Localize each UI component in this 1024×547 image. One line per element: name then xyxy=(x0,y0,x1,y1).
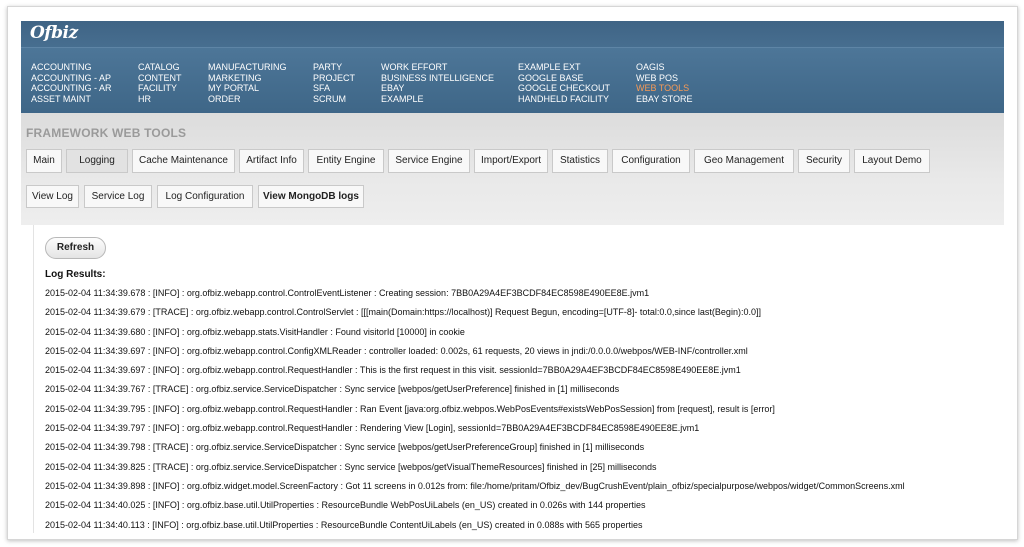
subtab-view-log[interactable]: View Log xyxy=(26,185,79,208)
log-line: 2015-02-04 11:34:39.767 : [TRACE] : org.… xyxy=(45,384,620,395)
menu-column-4: PARTY PROJECT SFA SCRUM xyxy=(313,62,355,104)
tab-cache-maintenance[interactable]: Cache Maintenance xyxy=(132,149,235,173)
tab-artifact-info[interactable]: Artifact Info xyxy=(239,149,304,173)
menu-item-scrum[interactable]: SCRUM xyxy=(313,94,355,105)
menu-item-web-pos[interactable]: WEB POS xyxy=(636,73,693,84)
log-line: 2015-02-04 11:34:39.898 : [INFO] : org.o… xyxy=(45,480,905,491)
tab-logging[interactable]: Logging xyxy=(66,149,128,173)
log-line: 2015-02-04 11:34:39.798 : [TRACE] : org.… xyxy=(45,442,645,453)
log-line: 2015-02-04 11:34:39.697 : [INFO] : org.o… xyxy=(45,345,748,356)
log-line: 2015-02-04 11:34:39.795 : [INFO] : org.o… xyxy=(45,403,775,414)
menu-column-3: MANUFACTURING MARKETING MY PORTAL ORDER xyxy=(208,62,287,104)
menu-item-party[interactable]: PARTY xyxy=(313,62,355,73)
tab-security[interactable]: Security xyxy=(798,149,850,173)
menu-item-marketing[interactable]: MARKETING xyxy=(208,73,287,84)
log-line: 2015-02-04 11:34:39.679 : [TRACE] : org.… xyxy=(45,307,761,318)
menu-item-example[interactable]: EXAMPLE xyxy=(381,94,494,105)
tab-layout-demo[interactable]: Layout Demo xyxy=(854,149,930,173)
log-line: 2015-02-04 11:34:40.113 : [INFO] : org.o… xyxy=(45,519,643,530)
log-line: 2015-02-04 11:34:39.825 : [TRACE] : org.… xyxy=(45,461,657,472)
tab-configuration[interactable]: Configuration xyxy=(612,149,690,173)
menu-item-order[interactable]: ORDER xyxy=(208,94,287,105)
menu-item-hr[interactable]: HR xyxy=(138,94,182,105)
menu-item-manufacturing[interactable]: MANUFACTURING xyxy=(208,62,287,73)
log-results-list: 2015-02-04 11:34:39.678 : [INFO] : org.o… xyxy=(45,287,1000,533)
menu-item-google-checkout[interactable]: GOOGLE CHECKOUT xyxy=(518,83,610,94)
tab-service-engine[interactable]: Service Engine xyxy=(388,149,470,173)
menu-column-5: WORK EFFORT BUSINESS INTELLIGENCE EBAY E… xyxy=(381,62,494,104)
menu-item-accounting-ap[interactable]: ACCOUNTING - AP xyxy=(31,73,112,84)
menu-item-business-intelligence[interactable]: BUSINESS INTELLIGENCE xyxy=(381,73,494,84)
menu-item-content[interactable]: CONTENT xyxy=(138,73,182,84)
menu-item-catalog[interactable]: CATALOG xyxy=(138,62,182,73)
menu-column-2: CATALOG CONTENT FACILITY HR xyxy=(138,62,182,104)
app-header: Ofbiz ACCOUNTING ACCOUNTING - AP ACCOUNT… xyxy=(21,21,1004,114)
page-title: FRAMEWORK WEB TOOLS xyxy=(26,126,187,140)
menu-item-my-portal[interactable]: MY PORTAL xyxy=(208,83,287,94)
menu-item-accounting[interactable]: ACCOUNTING xyxy=(31,62,112,73)
subtab-log-configuration[interactable]: Log Configuration xyxy=(157,185,253,208)
menu-item-google-base[interactable]: GOOGLE BASE xyxy=(518,73,610,84)
log-line: 2015-02-04 11:34:39.797 : [INFO] : org.o… xyxy=(45,423,700,434)
menu-item-work-effort[interactable]: WORK EFFORT xyxy=(381,62,494,73)
log-line: 2015-02-04 11:34:39.697 : [INFO] : org.o… xyxy=(45,365,741,376)
menu-item-ebay-store[interactable]: EBAY STORE xyxy=(636,94,693,105)
ofbiz-logo[interactable]: Ofbiz xyxy=(30,23,78,45)
menu-column-1: ACCOUNTING ACCOUNTING - AP ACCOUNTING - … xyxy=(31,62,112,104)
log-line: 2015-02-04 11:34:39.678 : [INFO] : org.o… xyxy=(45,288,650,298)
menu-item-web-tools[interactable]: WEB TOOLS xyxy=(636,83,693,94)
log-panel: Refresh Log Results: 2015-02-04 11:34:39… xyxy=(33,225,1004,533)
menu-item-accounting-ar[interactable]: ACCOUNTING - AR xyxy=(31,83,112,94)
menu-item-project[interactable]: PROJECT xyxy=(313,73,355,84)
tab-geo-management[interactable]: Geo Management xyxy=(694,149,794,173)
log-line: 2015-02-04 11:34:39.680 : [INFO] : org.o… xyxy=(45,326,465,337)
menu-column-7: OAGIS WEB POS WEB TOOLS EBAY STORE xyxy=(636,62,693,104)
tab-statistics[interactable]: Statistics xyxy=(552,149,608,173)
menu-item-example-ext[interactable]: EXAMPLE EXT xyxy=(518,62,610,73)
screenshot-frame: Ofbiz ACCOUNTING ACCOUNTING - AP ACCOUNT… xyxy=(7,6,1018,540)
menu-item-sfa[interactable]: SFA xyxy=(313,83,355,94)
tab-import-export[interactable]: Import/Export xyxy=(474,149,548,173)
menu-item-asset-maint[interactable]: ASSET MAINT xyxy=(31,94,112,105)
menu-column-6: EXAMPLE EXT GOOGLE BASE GOOGLE CHECKOUT … xyxy=(518,62,610,104)
log-results-heading: Log Results: xyxy=(45,269,106,280)
tab-entity-engine[interactable]: Entity Engine xyxy=(308,149,384,173)
menu-item-facility[interactable]: FACILITY xyxy=(138,83,182,94)
page: Ofbiz ACCOUNTING ACCOUNTING - AP ACCOUNT… xyxy=(21,21,1004,533)
refresh-button[interactable]: Refresh xyxy=(45,237,106,259)
subtab-service-log[interactable]: Service Log xyxy=(84,185,152,208)
log-line: 2015-02-04 11:34:40.025 : [INFO] : org.o… xyxy=(45,500,646,511)
tab-main[interactable]: Main xyxy=(26,149,62,173)
menu-item-oagis[interactable]: OAGIS xyxy=(636,62,693,73)
menu-item-handheld-facility[interactable]: HANDHELD FACILITY xyxy=(518,94,610,105)
subtab-view-mongodb-logs[interactable]: View MongoDB logs xyxy=(258,185,364,208)
menu-item-ebay[interactable]: EBAY xyxy=(381,83,494,94)
application-menu: ACCOUNTING ACCOUNTING - AP ACCOUNTING - … xyxy=(21,47,1004,114)
